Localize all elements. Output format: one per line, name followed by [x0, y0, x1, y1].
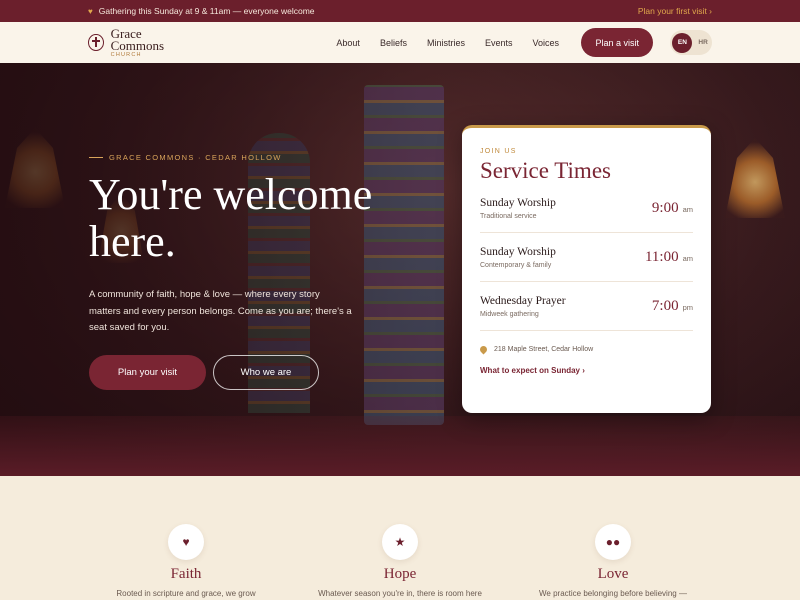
service-info: Sunday Worship Contemporary & family [480, 246, 556, 269]
service-time: 9:00 [651, 200, 679, 216]
service-time: 11:00 [644, 249, 679, 265]
value-title: Faith [170, 566, 202, 582]
brand[interactable]: Grace Commons CHURCH [88, 25, 191, 58]
value-desc: We practice belonging before believing — [539, 589, 687, 598]
service-row: Wednesday Prayer Midweek gathering 7:00 p… [480, 282, 693, 331]
service-name: Sunday Worship [480, 245, 556, 258]
star-icon: ★ [382, 524, 418, 560]
card-title: Service Times [480, 158, 611, 183]
nav-beliefs[interactable]: Beliefs [380, 38, 407, 48]
brand-name: Grace Commons [110, 25, 165, 53]
value-desc: Rooted in scripture and grace, we grow [116, 589, 256, 598]
heart-icon: ♥ [168, 524, 204, 560]
service-ampm: am [682, 205, 693, 214]
service-name: Wednesday Prayer [480, 294, 566, 307]
values-section: ♥ Faith Rooted in scripture and grace, w… [0, 476, 800, 600]
language-toggle[interactable]: EN HR [670, 30, 712, 55]
hero-floor [0, 416, 800, 476]
hero-headline: You're welcome here. [89, 170, 373, 266]
value-title: Hope [383, 566, 417, 582]
service-ampm: am [682, 254, 693, 263]
plan-visit-button[interactable]: Plan a visit [581, 28, 654, 57]
value-hope: ★ Hope Whatever season you're in, there … [300, 524, 500, 598]
lang-en[interactable]: EN [672, 32, 693, 53]
service-sub: Midweek gathering [480, 310, 539, 318]
service-row: Sunday Worship Traditional service 9:00 a… [480, 184, 693, 233]
map-pin-icon [478, 344, 489, 355]
nav-ministries[interactable]: Ministries [427, 38, 465, 48]
announcement-left: ♥ Gathering this Sunday at 9 & 11am — ev… [88, 6, 315, 16]
address-text: 218 Maple Street, Cedar Hollow [494, 346, 594, 353]
service-time-group: 9:00 am [652, 199, 693, 217]
service-time: 7:00 [651, 298, 679, 314]
plan-your-visit-button[interactable]: Plan your visit [89, 355, 206, 390]
people-icon: ●● [595, 524, 631, 560]
value-desc: Whatever season you're in, there is room… [318, 589, 482, 598]
card-eyebrow: JOIN US [480, 148, 517, 155]
service-time-group: 7:00 pm [652, 297, 693, 315]
service-ampm: pm [682, 303, 693, 312]
service-info: Wednesday Prayer Midweek gathering [480, 295, 566, 318]
service-sub: Traditional service [480, 212, 537, 220]
heart-icon: ♥ [88, 6, 93, 16]
brand-text: Grace Commons CHURCH [110, 25, 191, 58]
service-sub: Contemporary & family [480, 261, 552, 269]
nav-links: About Beliefs Ministries Events Voices [336, 38, 559, 48]
first-visit-link[interactable]: Plan your first visit › [638, 6, 712, 16]
announcement-bar: ♥ Gathering this Sunday at 9 & 11am — ev… [0, 0, 800, 22]
service-name: Sunday Worship [480, 196, 556, 209]
main-nav: Grace Commons CHURCH About Beliefs Minis… [0, 22, 800, 63]
service-times-card: JOIN US Service Times Sunday Worship Tra… [462, 125, 711, 413]
announcement-text: Gathering this Sunday at 9 & 11am — ever… [98, 6, 315, 16]
nav-about[interactable]: About [336, 38, 360, 48]
value-faith: ♥ Faith Rooted in scripture and grace, w… [86, 524, 286, 598]
who-we-are-button[interactable]: Who we are [213, 355, 319, 390]
service-info: Sunday Worship Traditional service [480, 197, 556, 220]
what-to-expect-link[interactable]: What to expect on Sunday › [480, 366, 693, 375]
value-title: Love [597, 566, 629, 582]
lang-hr[interactable]: HR [698, 39, 707, 46]
hero-intro: A community of faith, hope & love — wher… [89, 289, 352, 333]
cross-logo-icon [88, 34, 104, 51]
nav-voices[interactable]: Voices [532, 38, 559, 48]
nav-events[interactable]: Events [485, 38, 513, 48]
hero-eyebrow: GRACE COMMONS · CEDAR HOLLOW [89, 153, 282, 162]
value-love: ●● Love We practice belonging before bel… [513, 524, 713, 598]
service-row: Sunday Worship Contemporary & family 11:… [480, 233, 693, 282]
address: 218 Maple Street, Cedar Hollow [478, 344, 693, 355]
service-time-group: 11:00 am [645, 248, 693, 266]
